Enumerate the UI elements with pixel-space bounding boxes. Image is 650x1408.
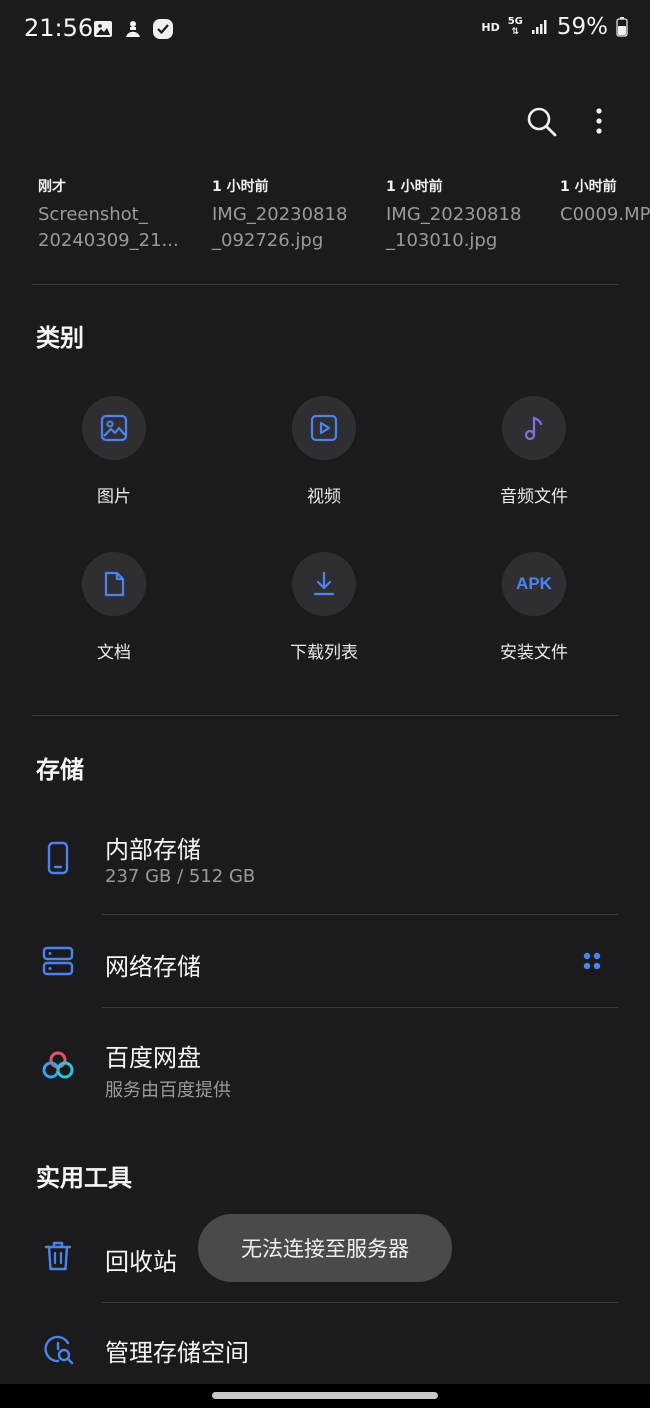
recent-file-item[interactable]: 1 小时前 C0009.MP4 bbox=[560, 176, 650, 228]
phone-icon bbox=[47, 841, 69, 875]
more-options-icon[interactable] bbox=[584, 104, 614, 140]
video-icon bbox=[310, 414, 338, 442]
gallery-notification-icon bbox=[94, 21, 112, 37]
check-notification-icon bbox=[153, 19, 173, 39]
category-label: 视频 bbox=[307, 487, 341, 507]
categories-title: 类别 bbox=[36, 324, 84, 352]
category-icon-circle bbox=[502, 396, 566, 460]
status-notification-icons bbox=[92, 18, 174, 40]
search-icon[interactable] bbox=[524, 104, 560, 140]
category-videos[interactable]: 视频 bbox=[234, 396, 414, 507]
recycle-bin-title: 回收站 bbox=[105, 1248, 177, 1276]
image-icon bbox=[100, 414, 128, 442]
internal-storage-usage: 237 GB / 512 GB bbox=[105, 866, 256, 887]
category-icon-circle bbox=[82, 396, 146, 460]
manage-storage-title: 管理存储空间 bbox=[105, 1339, 249, 1367]
recent-file-item[interactable]: 1 小时前 IMG_20230818 _092726.jpg bbox=[212, 176, 382, 254]
recent-file-time: 1 小时前 bbox=[560, 179, 617, 195]
recent-files-strip[interactable]: 刚才 Screenshot_ 20240309_21... 1 小时前 IMG_… bbox=[38, 176, 650, 266]
baidu-netdisk-title: 百度网盘 bbox=[105, 1044, 201, 1072]
recent-file-name: IMG_20230818 _103010.jpg bbox=[386, 204, 522, 251]
network-more-icon[interactable] bbox=[580, 949, 604, 973]
recent-file-item[interactable]: 刚才 Screenshot_ 20240309_21... bbox=[38, 176, 208, 254]
network-type-indicator: 5G ⇅ bbox=[507, 16, 523, 38]
status-time: 21:56 bbox=[24, 14, 94, 42]
category-documents[interactable]: 文档 bbox=[24, 552, 204, 663]
recent-file-time: 刚才 bbox=[38, 179, 66, 195]
network-storage-item[interactable]: 网络存储 bbox=[0, 915, 650, 1007]
category-label: 下载列表 bbox=[290, 643, 358, 663]
category-icon-circle bbox=[82, 552, 146, 616]
category-icon-circle bbox=[292, 552, 356, 616]
recent-file-name: IMG_20230818 _092726.jpg bbox=[212, 204, 348, 251]
server-icon bbox=[42, 946, 74, 976]
category-label: 文档 bbox=[97, 643, 131, 663]
battery-icon bbox=[616, 17, 628, 37]
category-icon-circle bbox=[292, 396, 356, 460]
baidu-netdisk-item[interactable]: 百度网盘 服务由百度提供 bbox=[0, 1008, 650, 1108]
baidu-netdisk-subtitle: 服务由百度提供 bbox=[105, 1080, 231, 1101]
category-install-files[interactable]: APK 安装文件 bbox=[444, 552, 624, 663]
internal-storage-item[interactable]: 内部存储 237 GB / 512 GB bbox=[0, 818, 650, 914]
divider bbox=[32, 715, 618, 716]
divider bbox=[32, 284, 618, 285]
recent-file-time: 1 小时前 bbox=[212, 179, 269, 195]
network-storage-title: 网络存储 bbox=[105, 953, 201, 981]
app-notification-icon bbox=[126, 21, 140, 37]
category-label: 音频文件 bbox=[500, 487, 568, 507]
category-audio[interactable]: 音频文件 bbox=[444, 396, 624, 507]
category-label: 图片 bbox=[97, 487, 131, 507]
document-icon bbox=[104, 571, 125, 597]
status-system-icons: HD 5G ⇅ 59% bbox=[481, 14, 628, 40]
category-label: 安装文件 bbox=[500, 643, 568, 663]
hd-indicator: HD bbox=[481, 20, 500, 34]
recent-file-item[interactable]: 1 小时前 IMG_20230818 _103010.jpg bbox=[386, 176, 556, 254]
home-gesture-handle[interactable] bbox=[212, 1392, 438, 1399]
category-icon-circle: APK bbox=[502, 552, 566, 616]
baidu-netdisk-icon bbox=[42, 1051, 74, 1079]
storage-title: 存储 bbox=[36, 756, 84, 784]
network-type-label: 5G bbox=[507, 16, 523, 27]
category-downloads[interactable]: 下载列表 bbox=[234, 552, 414, 663]
toast-message: 无法连接至服务器 bbox=[198, 1214, 452, 1282]
recent-file-name: Screenshot_ 20240309_21... bbox=[38, 204, 179, 251]
manage-storage-item[interactable]: 管理存储空间 bbox=[0, 1303, 650, 1383]
signal-icon bbox=[531, 20, 547, 34]
internal-storage-title: 内部存储 bbox=[105, 836, 201, 864]
category-images[interactable]: 图片 bbox=[24, 396, 204, 507]
battery-percentage: 59% bbox=[556, 14, 608, 40]
download-icon bbox=[313, 571, 335, 596]
recent-file-name: C0009.MP4 bbox=[560, 204, 650, 225]
recent-file-time: 1 小时前 bbox=[386, 179, 443, 195]
apk-icon: APK bbox=[516, 574, 552, 593]
tools-title: 实用工具 bbox=[36, 1164, 132, 1192]
music-note-icon bbox=[524, 416, 543, 441]
trash-icon bbox=[44, 1241, 72, 1271]
storage-analysis-icon bbox=[44, 1335, 74, 1365]
